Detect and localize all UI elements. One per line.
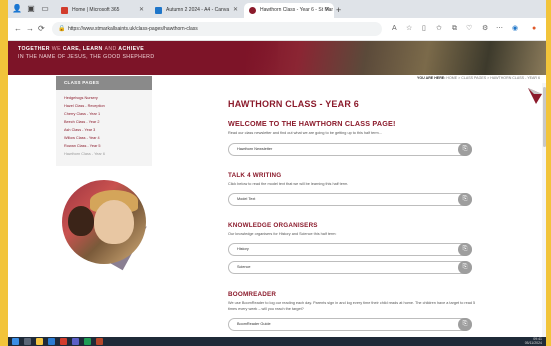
child-figure [94, 200, 134, 244]
newsletter-download-button[interactable]: Hawthorn Newsletter ⎘ [228, 143, 472, 156]
history-label: History [237, 247, 249, 251]
model-text-label: Model Text [237, 197, 256, 201]
banner-photo [246, 41, 546, 75]
sidebar-item-hedgehogs[interactable]: Hedgehogs Nursery [64, 96, 98, 101]
school-subtitle: IN THE NAME OF JESUS, THE GOOD SHEPHERD [18, 54, 155, 60]
favorite-star-icon[interactable]: ☆ [406, 25, 412, 33]
sidebar-nav: Hedgehogs Nursery Hazel Class - Receptio… [56, 90, 152, 166]
motto-word: AND [104, 46, 117, 52]
talk-4-writing-text: Click below to read the model text that … [228, 182, 349, 186]
page-title: HAWTHORN CLASS - YEAR 6 [228, 99, 359, 109]
school-motto: TOGETHER WE CARE, LEARN AND ACHIEVE [18, 46, 144, 52]
boomreader-guide-download-button[interactable]: BoomReader Guide ⎘ [228, 318, 472, 331]
back-arrow-icon[interactable]: ← [14, 24, 22, 34]
welcome-text: Read our class newsletter and find out w… [228, 131, 382, 135]
sidebar-item-cherry[interactable]: Cherry Class - Year 1 [64, 112, 100, 117]
tab-microsoft-365[interactable]: Home | Microsoft 365 ✕ [56, 3, 148, 18]
sidebar-item-hawthorn[interactable]: Hawthorn Class - Year 6 [64, 152, 105, 157]
download-icon[interactable]: ⎘ [458, 261, 472, 274]
boomreader-heading: BOOMREADER [228, 291, 277, 298]
breadcrumb-path[interactable]: HOME > CLASS PAGES > HAWTHORN CLASS - YE… [446, 76, 540, 80]
model-text-download-button[interactable]: Model Text ⎘ [228, 193, 472, 206]
sidebar-item-ash[interactable]: Ash Class - Year 3 [64, 128, 95, 133]
sidebar-heading: CLASS PAGES [56, 76, 152, 90]
tab-actions-icon[interactable]: ▭ [40, 4, 50, 14]
address-toolbar: ← → ⟳ 🔒 https://www.stmarkallsaints.uk/c… [8, 18, 546, 41]
more-menu-icon[interactable]: ⋯ [496, 25, 503, 33]
collections-icon[interactable]: ⧉ [452, 25, 457, 33]
child-figure [68, 206, 94, 236]
motto-word: TOGETHER [18, 46, 50, 52]
sidebar-item-rowan[interactable]: Rowan Class - Year 5 [64, 144, 101, 149]
extensions-icon[interactable]: ⚙ [482, 25, 488, 33]
edge-icon[interactable] [48, 338, 55, 345]
lock-icon: 🔒 [58, 26, 66, 32]
canva-favicon-icon [155, 7, 162, 14]
site-banner: TOGETHER WE CARE, LEARN AND ACHIEVE IN T… [8, 41, 546, 75]
newsletter-label: Hawthorn Newsletter [237, 147, 273, 151]
profile-icon[interactable]: 👤 [12, 4, 22, 14]
workspaces-icon[interactable]: ▣ [26, 4, 36, 14]
sidebar-item-hazel[interactable]: Hazel Class - Reception [64, 104, 105, 109]
close-tab-icon[interactable]: ✕ [139, 3, 144, 18]
close-tab-icon[interactable]: ✕ [325, 3, 330, 18]
talk-4-writing-heading: TALK 4 WRITING [228, 172, 282, 179]
history-download-button[interactable]: History ⎘ [228, 243, 472, 256]
motto-word: ACHIEVE [118, 46, 145, 52]
powerpoint-icon[interactable] [96, 338, 103, 345]
forward-arrow-icon[interactable]: → [26, 24, 34, 34]
knowledge-organisers-text: Our knowledge organisers for History and… [228, 232, 337, 236]
browser-essentials-icon[interactable]: ♡ [466, 25, 472, 33]
science-label: Science [237, 265, 251, 269]
sidebar-item-beech[interactable]: Beech Class - Year 2 [64, 120, 99, 125]
boomreader-guide-label: BoomReader Guide [237, 322, 271, 326]
office-icon[interactable] [60, 338, 67, 345]
excel-icon[interactable] [84, 338, 91, 345]
boomreader-text: We use BoomReader to log our reading eac… [228, 301, 476, 311]
system-clock[interactable]: 09:41 05/11/2024 [524, 337, 542, 345]
children-photo [62, 180, 146, 264]
scrollbar-thumb[interactable] [542, 87, 546, 147]
read-aloud-icon[interactable]: A [392, 25, 397, 33]
banner-stripe [158, 41, 278, 75]
browser-window: 👤 ▣ ▭ Home | Microsoft 365 ✕ Autumn 2 20… [8, 0, 546, 346]
science-download-button[interactable]: Science ⎘ [228, 261, 472, 274]
new-tab-button[interactable]: + [336, 3, 341, 17]
clock-date: 05/11/2024 [524, 340, 542, 345]
tab-title: Home | Microsoft 365 [72, 7, 120, 13]
close-tab-icon[interactable]: ✕ [233, 3, 238, 18]
tab-hawthorn-class[interactable]: Hawthorn Class - Year 6 - St Mar ✕ [244, 3, 334, 18]
teams-icon[interactable] [72, 338, 79, 345]
download-icon[interactable]: ⎘ [458, 243, 472, 256]
corner-arrow-icon [528, 88, 542, 104]
motto-word: CARE, LEARN [62, 46, 103, 52]
tab-title: Hawthorn Class - Year 6 - St Mar [260, 7, 334, 13]
start-icon[interactable] [12, 338, 19, 345]
url-text: https://www.stmarkallsaints.uk/class-pag… [68, 26, 198, 32]
url-input[interactable]: 🔒 https://www.stmarkallsaints.uk/class-p… [52, 22, 382, 36]
sidebar-item-willow[interactable]: Willow Class - Year 4 [64, 136, 100, 141]
edge-sidebar-icon[interactable]: ● [532, 25, 536, 33]
copilot-icon[interactable]: ◉ [512, 25, 518, 33]
breadcrumb-text: YOU ARE HERE: HOME > CLASS PAGES > HAWTH… [417, 76, 540, 80]
download-icon[interactable]: ⎘ [458, 193, 472, 206]
breadcrumb-prefix: YOU ARE HERE: [416, 76, 446, 80]
file-explorer-icon[interactable] [36, 338, 43, 345]
split-screen-icon[interactable]: ▯ [422, 25, 426, 33]
favorites-icon[interactable]: ✩ [436, 25, 442, 33]
download-icon[interactable]: ⎘ [458, 143, 472, 156]
refresh-icon[interactable]: ⟳ [38, 24, 45, 34]
tab-title: Autumn 2 2024 - A4 - Canva [166, 7, 230, 13]
page-scrollbar[interactable] [542, 83, 546, 338]
search-icon[interactable] [24, 338, 31, 345]
school-favicon-icon [249, 7, 256, 14]
knowledge-organisers-heading: KNOWLEDGE ORGANISERS [228, 222, 318, 229]
tab-bar: 👤 ▣ ▭ Home | Microsoft 365 ✕ Autumn 2 20… [8, 0, 546, 18]
microsoft-365-favicon-icon [61, 7, 68, 14]
motto-word: WE [51, 46, 61, 52]
download-icon[interactable]: ⎘ [458, 318, 472, 331]
tab-canva[interactable]: Autumn 2 2024 - A4 - Canva ✕ [150, 3, 242, 18]
welcome-heading: WELCOME TO THE HAWTHORN CLASS PAGE! [228, 119, 396, 128]
windows-taskbar: 09:41 05/11/2024 [8, 337, 546, 346]
